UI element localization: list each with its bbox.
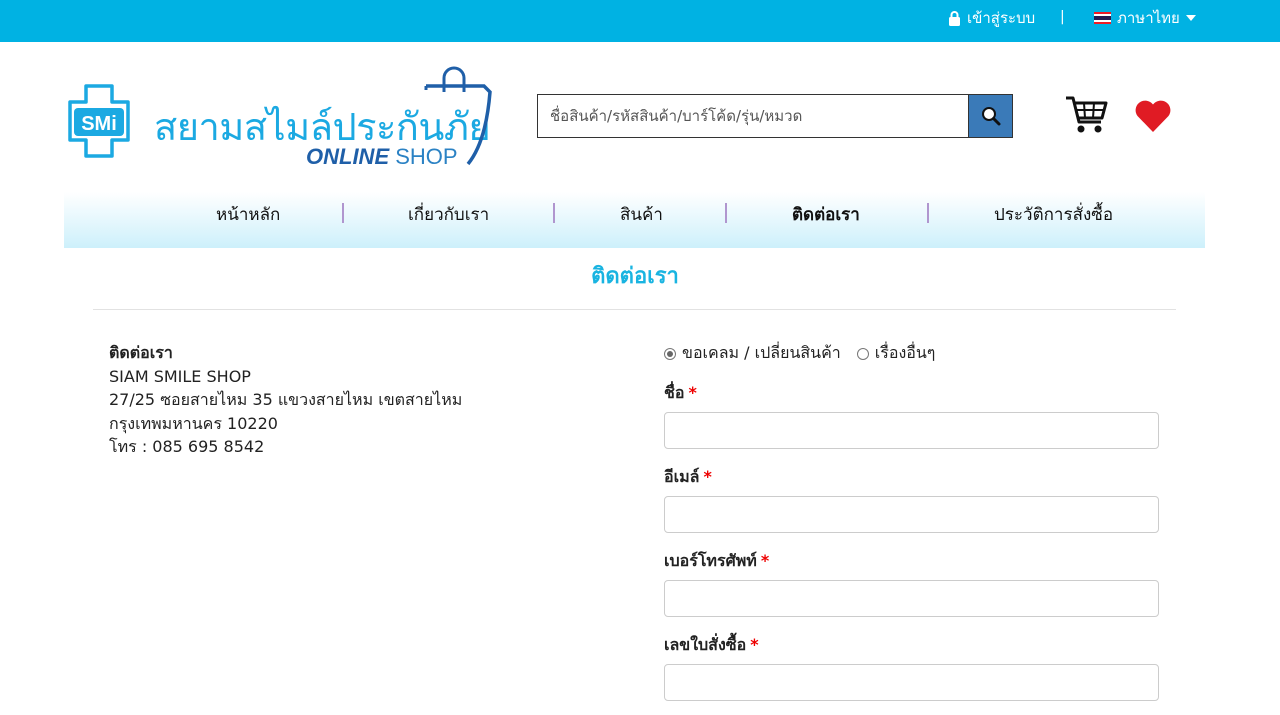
phone-field[interactable] [664,580,1159,617]
login-link[interactable]: เข้าสู่ระบบ [948,8,1035,28]
contact-heading: ติดต่อเรา [109,343,173,362]
contact-company: SIAM SMILE SHOP [109,366,251,386]
nav-divider [725,203,727,223]
search-input[interactable] [538,95,968,137]
radio-claim-exchange[interactable]: ขอเคลม / เปลี่ยนสินค้า [664,341,841,366]
nav-divider [553,203,555,223]
logo-shop-text: SHOP [395,144,458,169]
page-title: ติดต่อเรา [591,264,679,289]
radio-unchecked-icon[interactable] [856,347,869,360]
name-field[interactable] [664,412,1159,449]
nav-item-about[interactable]: เกี่ยวกับเรา [408,201,489,228]
lock-icon [949,10,960,26]
search-icon [981,107,1000,126]
order-number-label-text: เลขใบสั่งซื้อ [664,635,747,654]
main-nav: หน้าหลัก เกี่ยวกับเรา สินค้า ติดต่อเรา ป… [64,192,1205,248]
divider [93,309,1176,310]
language-selector[interactable]: ภาษาไทย [1094,8,1196,28]
nav-item-contact[interactable]: ติดต่อเรา [792,201,860,228]
nav-item-home[interactable]: หน้าหลัก [216,201,280,228]
radio-claim-label: ขอเคลม / เปลี่ยนสินค้า [682,343,841,362]
contact-address-line-1: 27/25 ซอยสายไหม 35 แขวงสายไหม เขตสายไหม [109,390,463,409]
required-marker: * [760,551,770,570]
phone-label-text: เบอร์โทรศัพท์ [664,551,757,570]
contact-info: ติดต่อเรา SIAM SMILE SHOP 27/25 ซอยสายไห… [109,341,462,459]
required-marker: * [750,635,759,654]
radio-other[interactable]: เรื่องอื่นๆ [856,341,936,366]
topic-radio-group: ขอเคลม / เปลี่ยนสินค้า เรื่องอื่นๆ [664,341,951,366]
name-label-text: ชื่อ [664,383,685,402]
required-marker: * [703,467,712,486]
contact-address-line-2: กรุงเทพมหานคร 10220 [109,413,278,433]
radio-other-label: เรื่องอื่นๆ [874,343,936,362]
caret-down-icon [1185,15,1196,21]
cart-icon[interactable] [1064,94,1108,136]
order-number-field[interactable] [664,664,1159,701]
top-bar: เข้าสู่ระบบ | ภาษาไทย [0,0,1280,42]
contact-phone: โทร : 085 695 8542 [109,437,265,456]
thai-flag-icon [1094,12,1111,24]
nav-divider [342,203,344,223]
required-marker: * [688,383,697,402]
nav-divider [927,203,929,223]
email-field[interactable] [664,496,1159,533]
order-number-label: เลขใบสั่งซื้อ * [664,633,759,658]
name-label: ชื่อ * [664,381,697,406]
heart-icon[interactable] [1134,98,1172,134]
logo-online-shop: ONLINE SHOP [306,144,458,170]
email-label: อีเมล์ * [664,465,712,490]
logo-badge-text: SMi [81,113,117,135]
nav-item-order-history[interactable]: ประวัติการสั่งซื้อ [994,201,1113,228]
topbar-separator: | [1060,9,1065,25]
search-bar [537,94,1013,138]
logo-online-text: ONLINE [306,144,390,169]
search-button[interactable] [968,95,1012,137]
phone-label: เบอร์โทรศัพท์ * [664,549,769,574]
radio-checked-icon[interactable] [664,347,676,360]
logo-badge-icon: SMi [68,84,130,158]
login-label: เข้าสู่ระบบ [967,9,1036,27]
nav-item-products[interactable]: สินค้า [620,201,663,228]
language-label: ภาษาไทย [1117,9,1180,27]
email-label-text: อีเมล์ [664,467,700,486]
site-logo[interactable]: SMi สยามสไมล์ประกันภัย ONLINE SHOP [64,62,494,170]
